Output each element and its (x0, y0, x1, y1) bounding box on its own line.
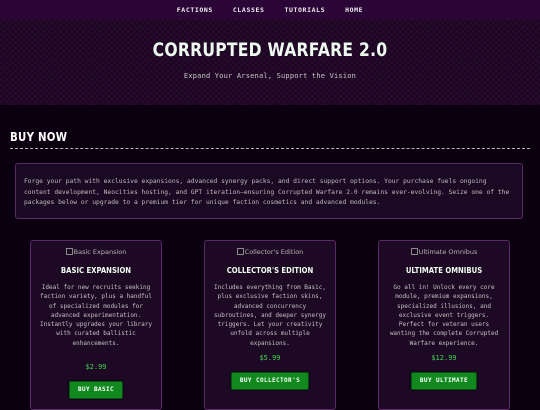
product-card-ultimate: Ultimate Omnibus ULTIMATE OMNIBUS Go all… (378, 240, 510, 410)
product-image-basic: Basic Expansion (31, 248, 161, 256)
product-title-ultimate: ULTIMATE OMNIBUS (405, 266, 483, 275)
page-title: CORRUPTED WARFARE 2.0 (152, 39, 388, 61)
product-title-collectors: COLLECTOR'S EDITION (226, 266, 314, 275)
intro-text: Forge your path with exclusive expansion… (24, 178, 510, 206)
broken-image-icon (410, 248, 418, 255)
nav-link-factions[interactable]: FACTIONS (177, 6, 213, 14)
buy-ultimate-button[interactable]: BUY ULTIMATE (410, 372, 478, 390)
intro-panel: Forge your path with exclusive expansion… (15, 163, 523, 219)
product-price-collectors: $5.99 (259, 354, 281, 362)
buy-collectors-button[interactable]: BUY COLLECTOR'S (230, 372, 310, 390)
hero-banner: CORRUPTED WARFARE 2.0 Expand Your Arsena… (0, 20, 540, 105)
product-price-basic: $2.99 (85, 363, 107, 371)
product-description-collectors: Includes everything from Basic, plus exc… (214, 284, 326, 347)
nav-link-tutorials[interactable]: TUTORIALS (285, 6, 326, 14)
nav-link-home[interactable]: HOME (345, 6, 363, 14)
buy-now-heading: BUY NOW (10, 130, 68, 144)
broken-image-icon (65, 248, 73, 255)
product-card-basic: Basic Expansion BASIC EXPANSION Ideal fo… (30, 240, 162, 410)
top-navigation: FACTIONS CLASSES TUTORIALS HOME (0, 0, 540, 20)
nav-link-classes[interactable]: CLASSES (233, 6, 265, 14)
buy-basic-button[interactable]: BUY BASIC (68, 381, 124, 399)
product-image-ultimate: Ultimate Omnibus (379, 248, 509, 256)
product-image-collectors: Collector's Edition (205, 248, 335, 256)
product-price-ultimate: $12.99 (431, 354, 457, 362)
page-subtitle: Expand Your Arsenal, Support the Vision (183, 72, 357, 80)
section-divider (10, 148, 530, 149)
product-description-ultimate: Go all in! Unlock every core module, pre… (389, 284, 499, 347)
product-title-basic: BASIC EXPANSION (60, 266, 132, 275)
product-card-collectors: Collector's Edition COLLECTOR'S EDITION … (204, 240, 336, 410)
product-description-basic: Ideal for new recruits seeking faction v… (40, 284, 152, 347)
broken-image-icon (236, 248, 244, 255)
